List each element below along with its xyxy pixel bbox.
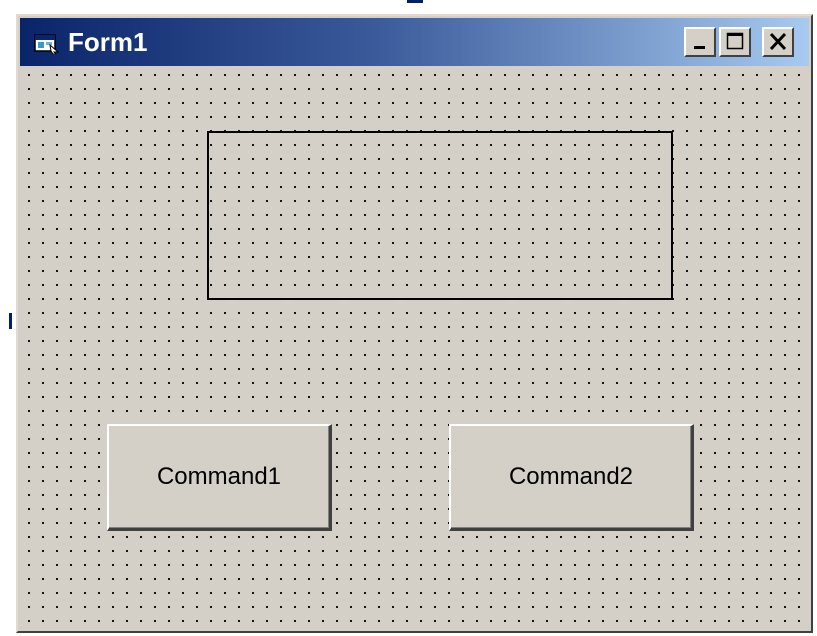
- form-window: Form1 Command1 Command2: [16, 14, 813, 633]
- title-bar[interactable]: Form1: [20, 18, 809, 66]
- form-icon[interactable]: [34, 32, 60, 55]
- command1-button[interactable]: Command1: [107, 424, 332, 531]
- frame-control[interactable]: [207, 131, 673, 300]
- close-icon: [769, 32, 787, 51]
- maximize-button[interactable]: [719, 27, 751, 57]
- minimize-button[interactable]: [684, 27, 716, 57]
- maximize-icon: [726, 32, 744, 50]
- form-client-area[interactable]: Command1 Command2: [20, 66, 809, 629]
- command2-button[interactable]: Command2: [449, 424, 694, 531]
- window-title: Form1: [68, 27, 148, 57]
- close-button[interactable]: [762, 27, 794, 57]
- minimize-icon: [694, 46, 705, 49]
- selection-handle-top[interactable]: [407, 0, 423, 3]
- selection-handle-left[interactable]: [9, 313, 12, 329]
